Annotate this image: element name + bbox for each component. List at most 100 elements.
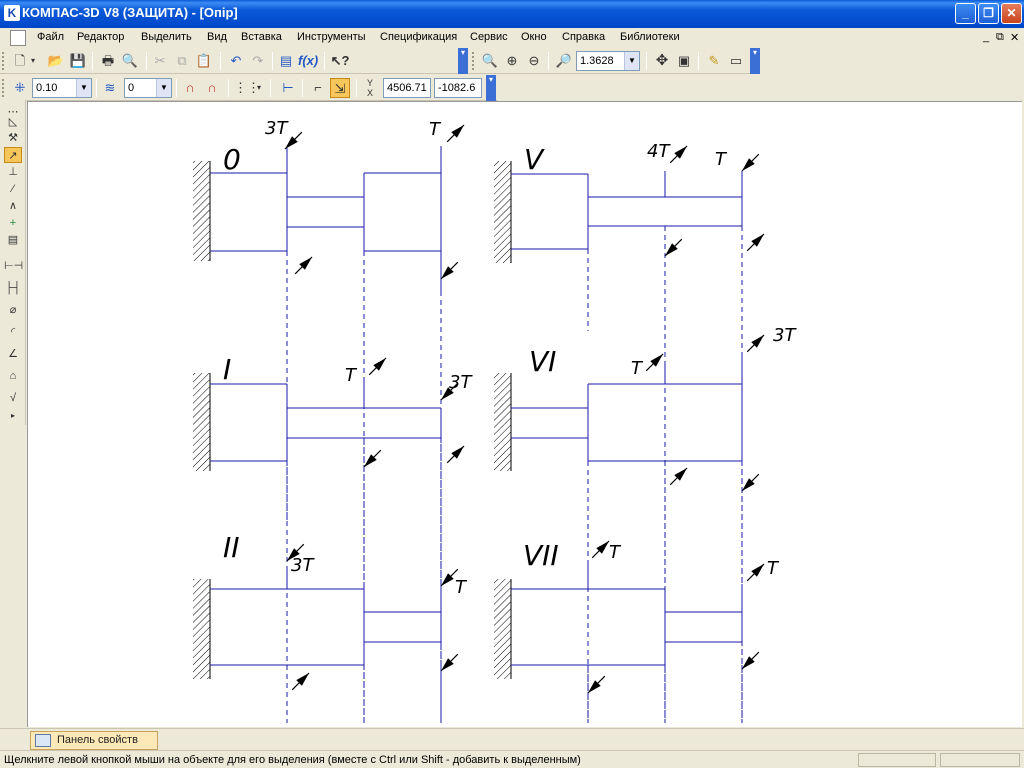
close-button[interactable]: ✕ [1001, 3, 1022, 24]
save-icon[interactable]: 💾 [68, 51, 88, 71]
parameterization-icon[interactable]: ⇲ [330, 78, 350, 98]
document-icon[interactable] [10, 30, 26, 46]
spec-icon[interactable]: ▤ [4, 232, 22, 248]
properties-panel-label: Панель свойств [57, 734, 138, 746]
window-title: КОМПАС-3D V8 (ЗАЩИТА) - [Опір] [22, 5, 238, 20]
menu-view[interactable]: Вид [207, 31, 227, 43]
hammer-edit-icon[interactable]: ⚒ [4, 130, 22, 146]
radius-icon[interactable]: ◜ [4, 324, 22, 340]
zoom-in-icon[interactable]: ⊕ [502, 51, 522, 71]
zoom-scale-icon[interactable]: 🔎 [554, 51, 574, 71]
mdi-minimize-button[interactable]: _ [983, 31, 989, 43]
maximize-button[interactable]: ❐ [978, 3, 999, 24]
step-combo[interactable]: 0.10 ▼ [32, 78, 92, 98]
zoom-out-icon[interactable]: ⊖ [524, 51, 544, 71]
print-preview-icon[interactable]: 🔍 [120, 51, 140, 71]
frame-icon[interactable]: ⌂ [4, 368, 22, 384]
chevron-down-icon[interactable]: ▼ [624, 52, 639, 70]
mdi-close-button[interactable]: ✕ [1010, 31, 1019, 44]
properties-panel-tab[interactable]: Панель свойств [30, 731, 158, 750]
menu-select[interactable]: Выделить [141, 31, 192, 43]
separator [548, 52, 549, 70]
symbols-icon[interactable]: ⁄ [4, 181, 22, 197]
menu-insert[interactable]: Вставка [241, 31, 282, 43]
menu-file[interactable]: Файл [37, 31, 64, 43]
toolbar-options-chevron-icon[interactable]: ▾ [458, 48, 468, 74]
chevron-right-icon[interactable]: ▸ [4, 408, 22, 424]
status-cell [940, 753, 1020, 767]
separator [96, 79, 97, 97]
separator [698, 52, 699, 70]
selection-icon[interactable]: ↗ [4, 147, 22, 163]
zoom-level-value: 1.3628 [580, 55, 614, 67]
kompas-app-icon[interactable]: K [4, 5, 20, 21]
y-coordinate-field[interactable]: -1082.6 [434, 78, 482, 98]
variables-icon[interactable]: ▤ [276, 51, 296, 71]
dimension-icon[interactable]: ├┤ [4, 280, 22, 296]
local-coordinate-system-icon[interactable]: ⊢ [278, 78, 298, 98]
display-mode-icon[interactable]: ▭ [726, 51, 746, 71]
minimize-button[interactable]: _ [955, 3, 976, 24]
chevron-down-icon[interactable]: ▼ [76, 79, 91, 97]
load-label: T [429, 119, 442, 140]
coordinates-icon: YX [366, 78, 373, 98]
print-icon[interactable]: 🖶 [98, 51, 118, 71]
new-document-icon[interactable]: 🗋 [10, 51, 30, 71]
open-folder-icon[interactable]: 📂 [46, 51, 66, 71]
redo-icon[interactable]: ↷ [248, 51, 268, 71]
menu-help[interactable]: Справка [562, 31, 605, 43]
grid-icon[interactable]: ⋮⋮ [234, 78, 260, 98]
separator [92, 52, 93, 70]
drawing-canvas[interactable]: 0 3T T I T 3T II 3T T V 4T T VI 3T T VII T T [27, 101, 1022, 727]
pan-icon[interactable]: ✥ [652, 51, 672, 71]
parametrization-icon[interactable]: ∧ [4, 198, 22, 214]
mdi-restore-button[interactable]: ⧉ [996, 31, 1004, 44]
scheme-label-4: VI [529, 345, 556, 378]
panel-icon [35, 734, 51, 747]
cut-icon[interactable]: ✂ [150, 51, 170, 71]
paste-icon[interactable]: 📋 [194, 51, 214, 71]
x-coordinate-field[interactable]: 4506.71 [383, 78, 431, 98]
cursor-step-icon[interactable]: ⁜ [10, 78, 30, 98]
chevron-down-icon[interactable]: ▼ [156, 79, 171, 97]
dimensions-icon[interactable]: ⊥ [4, 164, 22, 180]
geometry-icon[interactable]: ◺ [4, 114, 22, 130]
linear-dimension-icon[interactable]: ⊢⊣ [4, 258, 23, 274]
menu-libraries[interactable]: Библиотеки [620, 31, 680, 43]
zoom-window-icon[interactable]: 🔍 [480, 51, 500, 71]
menu-tools[interactable]: Инструменты [297, 31, 366, 43]
snap-magnet-icon[interactable]: ∩ [180, 78, 200, 98]
zoom-level-combo[interactable]: 1.3628 ▼ [576, 51, 640, 71]
toolbar-options-chevron-icon[interactable]: ▾ [486, 75, 496, 101]
refresh-icon[interactable]: ✎ [704, 51, 724, 71]
separator [228, 79, 229, 97]
separator [146, 52, 147, 70]
copy-icon[interactable]: ⧉ [172, 51, 192, 71]
diameter-icon[interactable]: ⌀ [4, 302, 22, 318]
layer-icon[interactable]: ≋ [100, 78, 120, 98]
separator [270, 79, 271, 97]
menu-service[interactable]: Сервис [470, 31, 508, 43]
scheme-label-1: I [223, 353, 231, 386]
menu-editor[interactable]: Редактор [77, 31, 124, 43]
toolbar-options-chevron-icon[interactable]: ▾ [750, 48, 760, 74]
local-snap-icon[interactable]: ∩ [202, 78, 222, 98]
undo-icon[interactable]: ↶ [226, 51, 246, 71]
show-all-icon[interactable]: ▣ [674, 51, 694, 71]
orthogonal-mode-icon[interactable]: ⌐ [308, 78, 328, 98]
function-fx-icon[interactable]: f(x) [298, 51, 318, 71]
separator [302, 79, 303, 97]
measure-icon[interactable]: + [4, 215, 22, 231]
menu-window[interactable]: Окно [521, 31, 547, 43]
layer-combo[interactable]: 0 ▼ [124, 78, 172, 98]
roughness-icon[interactable]: √ [4, 390, 22, 406]
scheme-label-5: VII [523, 539, 559, 572]
angle-icon[interactable]: ∠ [4, 346, 22, 362]
menu-specification[interactable]: Спецификация [380, 31, 457, 43]
new-dropdown-arrow-icon[interactable]: ▾ [28, 51, 38, 71]
help-pointer-icon[interactable]: ↖? [330, 51, 350, 71]
status-bar: Щелкните левой кнопкой мыши на объекте д… [0, 750, 1024, 768]
grid-dropdown-arrow-icon[interactable]: ▾ [254, 78, 264, 98]
load-label: T [631, 358, 644, 379]
load-label: T [345, 365, 358, 386]
